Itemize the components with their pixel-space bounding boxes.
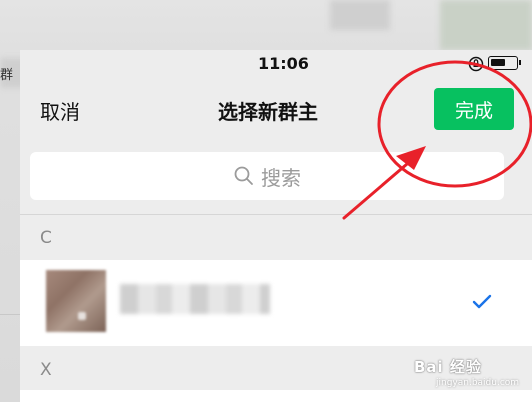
redacted-contact-name	[120, 284, 270, 314]
blurred-region	[330, 0, 390, 30]
phone-screen: 11:06 取消 选择新群主 完成 搜索 C X	[20, 50, 532, 402]
page-title: 选择新群主	[218, 100, 318, 124]
divider	[20, 214, 532, 215]
status-bar: 11:06	[20, 50, 532, 78]
navigation-bar: 取消 选择新群主 完成	[20, 78, 532, 142]
watermark-url: jingyan.baidu.com	[436, 378, 520, 388]
battery-icon	[488, 56, 521, 70]
rotation-lock-icon	[468, 56, 484, 72]
search-placeholder: 搜索	[261, 165, 301, 190]
avatar	[46, 270, 106, 332]
section-header-x: X	[40, 360, 52, 380]
background-text: 群	[0, 68, 14, 83]
search-input[interactable]: 搜索	[30, 152, 504, 200]
search-icon	[234, 166, 253, 185]
done-button[interactable]: 完成	[434, 88, 514, 130]
watermark: Bai 经验	[414, 358, 482, 376]
section-header-c: C	[40, 228, 52, 248]
status-time: 11:06	[258, 54, 309, 73]
contact-row[interactable]	[20, 390, 532, 402]
contact-row[interactable]	[20, 260, 532, 346]
blurred-region	[440, 0, 532, 50]
checkmark-icon	[472, 294, 492, 309]
divider	[0, 314, 20, 315]
cancel-button[interactable]: 取消	[40, 96, 80, 125]
